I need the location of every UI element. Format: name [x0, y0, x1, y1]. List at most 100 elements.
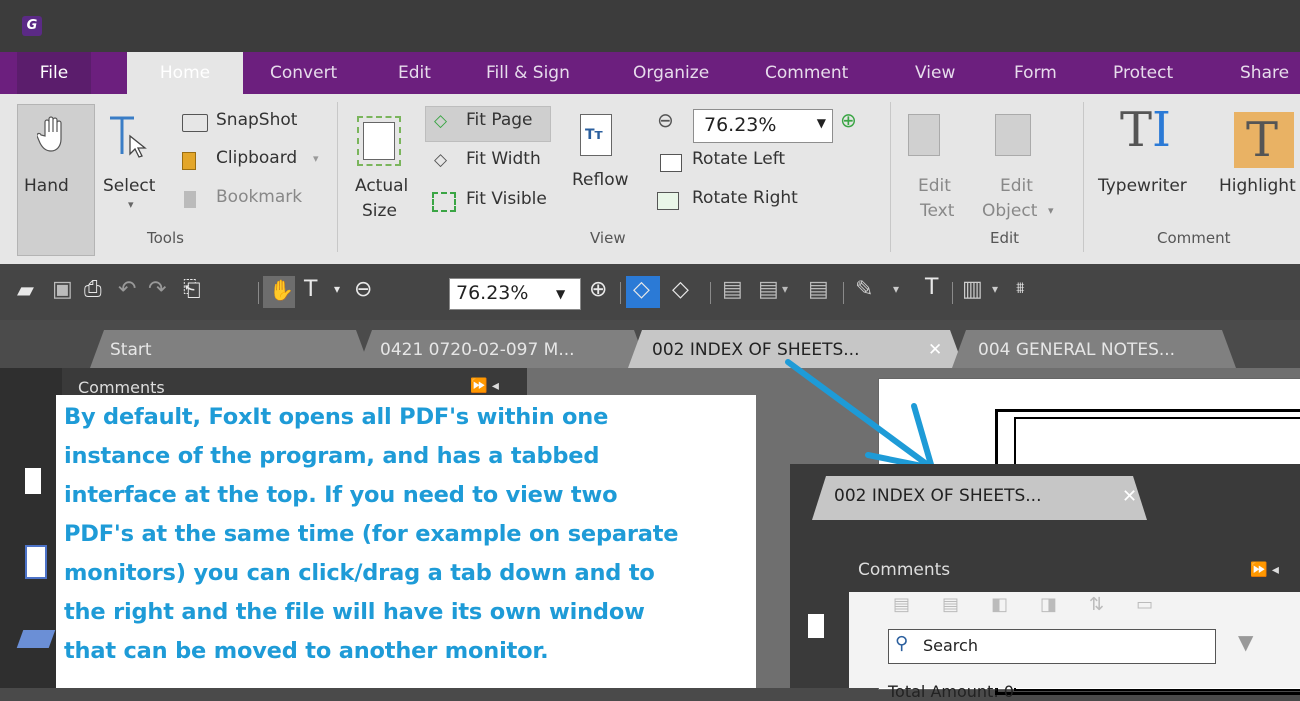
- tab-view[interactable]: View: [915, 52, 955, 94]
- edit-object-icon: [995, 114, 1031, 156]
- undo-icon[interactable]: ↶: [118, 277, 136, 302]
- bookmarks-panel-icon[interactable]: [25, 468, 41, 494]
- snapshot-button[interactable]: SnapShot: [216, 110, 297, 130]
- detached-doc-tab-label: 002 INDEX OF SHEETS...: [834, 486, 1042, 506]
- tab-form[interactable]: Form: [1014, 52, 1057, 94]
- edit-object-dropdown-icon[interactable]: ▾: [1048, 204, 1054, 217]
- tab-edit[interactable]: Edit: [398, 52, 431, 94]
- close-tab-icon[interactable]: ✕: [1122, 486, 1137, 507]
- extract-dropdown-icon[interactable]: ▾: [782, 282, 788, 296]
- fit-visible-button[interactable]: Fit Visible: [466, 189, 547, 209]
- annotation-line: interface at the top. If you need to vie…: [64, 482, 618, 508]
- group-divider: [890, 102, 891, 252]
- customize-toolbar-icon[interactable]: ⩩: [1016, 278, 1025, 298]
- select-dropdown-icon[interactable]: ▾: [334, 282, 340, 296]
- edit-text-label-2[interactable]: Text: [920, 201, 954, 221]
- tab-home[interactable]: Home: [127, 52, 243, 94]
- quick-zoom-dropdown-icon[interactable]: ▼: [556, 287, 565, 301]
- sign-icon[interactable]: ✎: [855, 277, 873, 302]
- tab-organize[interactable]: Organize: [633, 52, 709, 94]
- tab-protect[interactable]: Protect: [1113, 52, 1173, 94]
- tools-group-label: Tools: [147, 229, 184, 247]
- sign-dropdown-icon[interactable]: ▾: [893, 282, 899, 296]
- doc-tab-004-label: 004 GENERAL NOTES...: [978, 340, 1176, 360]
- zoom-out-small-icon[interactable]: ⊖: [354, 277, 372, 302]
- tab-share[interactable]: Share: [1240, 52, 1289, 94]
- select-text-icon[interactable]: [106, 114, 150, 166]
- form-icon[interactable]: ▥: [962, 277, 983, 302]
- search-placeholder: Search: [923, 636, 978, 655]
- group-divider: [1083, 102, 1084, 252]
- rotate-right-icon: [657, 192, 679, 210]
- zoom-field[interactable]: 76.23% ▼: [693, 109, 833, 143]
- doc-tab-start[interactable]: Start: [90, 330, 370, 368]
- edit-object-label-1[interactable]: Edit: [1000, 176, 1033, 196]
- total-amount-label: Total Amount: 0: [888, 682, 1014, 701]
- actual-size-label-1[interactable]: Actual: [355, 176, 408, 196]
- save-icon[interactable]: ▣: [52, 277, 73, 302]
- fit-width-button[interactable]: Fit Width: [466, 149, 541, 169]
- tab-convert[interactable]: Convert: [270, 52, 337, 94]
- fit-page-button[interactable]: Fit Page: [466, 110, 533, 130]
- detached-bookmarks-icon[interactable]: [808, 614, 824, 638]
- select-dropdown-icon[interactable]: ▾: [128, 198, 134, 211]
- layers-panel-icon[interactable]: [16, 630, 56, 648]
- comment-tools-icons[interactable]: ▤▤◧◨⇅▭: [893, 594, 1185, 615]
- reflow-button[interactable]: Reflow: [572, 170, 629, 190]
- comments-search-input[interactable]: ⚲ Search: [888, 629, 1216, 664]
- fit-visible-icon: [432, 192, 456, 212]
- clipboard-button[interactable]: Clipboard: [216, 148, 297, 168]
- zoom-out-icon[interactable]: ⊖: [657, 108, 674, 132]
- extract-page-icon[interactable]: ▤: [758, 277, 779, 302]
- panel-collapse-icon[interactable]: ⏩ ◂: [470, 378, 499, 394]
- select-text-small-icon[interactable]: T: [304, 277, 317, 302]
- edit-object-label-2[interactable]: Object: [982, 201, 1037, 221]
- highlight-button[interactable]: Highlight: [1219, 176, 1296, 196]
- typewriter-button[interactable]: Typewriter: [1098, 176, 1187, 196]
- title-bar: [0, 0, 1300, 52]
- print-icon[interactable]: ⎙: [84, 277, 102, 302]
- actual-size-label-2[interactable]: Size: [362, 201, 397, 221]
- detached-doc-tab[interactable]: 002 INDEX OF SHEETS... ✕: [812, 476, 1147, 520]
- rotate-left-button[interactable]: Rotate Left: [692, 149, 785, 169]
- zoom-in-icon[interactable]: ⊕: [840, 108, 857, 132]
- fit-width-small-icon[interactable]: ◇: [672, 277, 689, 302]
- annotation-line: PDF's at the same time (for example on s…: [64, 521, 679, 547]
- tab-fill-sign[interactable]: Fill & Sign: [486, 52, 570, 94]
- rotate-right-button[interactable]: Rotate Right: [692, 188, 798, 208]
- pages-panel-icon[interactable]: [25, 545, 47, 579]
- annotation-line: the right and the file will have its own…: [64, 599, 645, 625]
- zoom-dropdown-icon[interactable]: ▼: [817, 116, 826, 130]
- group-divider: [337, 102, 338, 252]
- detached-panel-collapse-icon[interactable]: ⏩ ◂: [1250, 562, 1279, 578]
- zoom-in-small-icon[interactable]: ⊕: [589, 277, 607, 302]
- clipboard-dropdown-icon[interactable]: ▾: [313, 152, 319, 165]
- annotation-line: By default, FoxIt opens all PDF's within…: [64, 404, 609, 430]
- redo-icon[interactable]: ↷: [148, 277, 166, 302]
- form-dropdown-icon[interactable]: ▾: [992, 282, 998, 296]
- doc-tab-start-label: Start: [110, 340, 152, 360]
- open-folder-icon[interactable]: ▰: [17, 278, 34, 303]
- delete-page-icon[interactable]: ▤: [808, 277, 829, 302]
- quick-zoom-field[interactable]: 76.23% ▼: [449, 278, 581, 310]
- doc-tab-0421[interactable]: 0421 0720-02-097 M...: [358, 330, 648, 368]
- zoom-value: 76.23%: [704, 114, 777, 136]
- edit-text-label-1[interactable]: Edit: [918, 176, 951, 196]
- toolbar-separator: [843, 282, 844, 304]
- reflow-icon: Tт: [580, 114, 612, 156]
- select-label[interactable]: Select: [103, 176, 155, 196]
- tab-comment[interactable]: Comment: [765, 52, 848, 94]
- view-group-label: View: [590, 229, 626, 247]
- doc-tab-004-general[interactable]: 004 GENERAL NOTES...: [952, 330, 1236, 368]
- insert-page-icon[interactable]: ▤: [722, 277, 743, 302]
- tab-file[interactable]: File: [17, 52, 91, 94]
- bookmark-button[interactable]: Bookmark: [216, 187, 302, 207]
- toolbar-separator: [710, 282, 711, 304]
- filter-icon[interactable]: ▼: [1238, 630, 1253, 654]
- document-tabs: Start 0421 0720-02-097 M... 002 INDEX OF…: [0, 320, 1300, 368]
- camera-icon: [182, 114, 208, 132]
- stamp-icon[interactable]: ⎗: [183, 277, 201, 302]
- edit-text-icon: [908, 114, 940, 156]
- toolbar-separator: [258, 282, 259, 304]
- typewriter-small-icon[interactable]: T: [925, 275, 938, 300]
